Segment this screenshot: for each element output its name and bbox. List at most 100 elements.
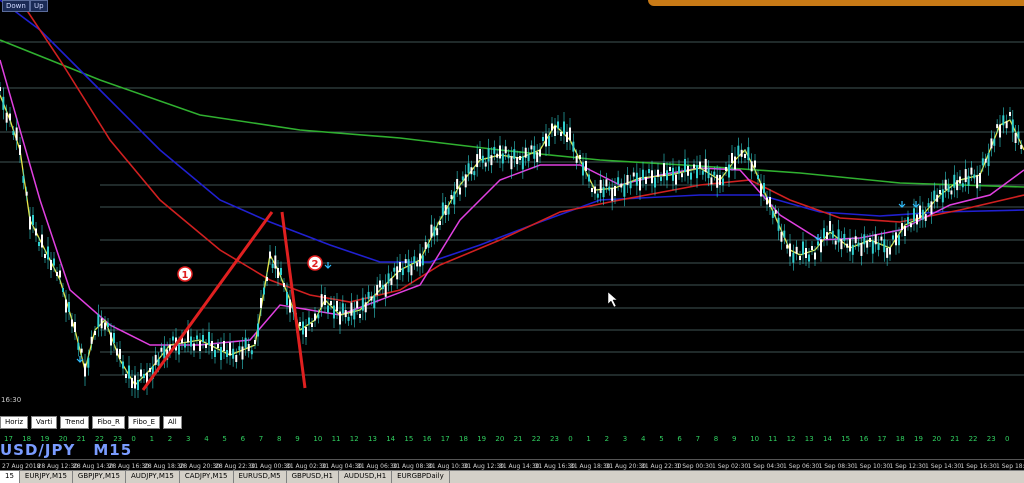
candle-body [220, 347, 222, 360]
candle-body [217, 344, 219, 348]
candle-body [877, 242, 880, 250]
bar-number: 18 [896, 435, 905, 443]
candle-body [820, 239, 822, 253]
candle-body [25, 191, 28, 196]
candle-body [660, 176, 662, 181]
candle-body [410, 265, 413, 276]
candle-body [530, 145, 533, 150]
candle-body [964, 169, 967, 183]
candle-body [747, 147, 750, 161]
candle-body [737, 145, 740, 156]
candle-body [959, 176, 961, 184]
candle-body [771, 210, 774, 218]
candle-body [579, 155, 581, 159]
candle-body [602, 187, 605, 198]
varti-tool-button[interactable]: Varti [31, 416, 58, 429]
trend-tool-button[interactable]: Trend [60, 416, 90, 429]
down-button[interactable]: Down [2, 0, 30, 12]
candle-body [100, 318, 103, 329]
bar-number: 4 [641, 435, 646, 443]
candle-body [277, 268, 279, 278]
candle-body [379, 280, 381, 288]
candle-body [163, 345, 166, 359]
bar-number: 2 [605, 435, 609, 443]
candle-body [981, 158, 984, 166]
candle-body [657, 169, 659, 177]
candle-body [226, 350, 228, 357]
candle-body [396, 266, 399, 280]
candle-body [591, 188, 593, 192]
candle-body [19, 145, 21, 155]
chart-tab[interactable]: AUDJPY,M15 [126, 471, 180, 483]
candle-body [713, 171, 716, 176]
chart-tab[interactable]: GBPJPY,M15 [73, 471, 126, 483]
candle-body [436, 228, 439, 236]
candle-body [976, 175, 979, 189]
candle-body [840, 239, 843, 250]
fibo-e-tool-button[interactable]: Fibo_E [127, 416, 161, 429]
candle-body [247, 344, 250, 351]
candle-body [401, 268, 404, 276]
candle-body [970, 167, 973, 175]
candle-body [311, 323, 313, 327]
chart-tab[interactable]: EURJPY,M15 [20, 471, 73, 483]
candle-body [769, 197, 771, 207]
candle-body [364, 302, 367, 313]
fibo-r-tool-button[interactable]: Fibo_R [92, 416, 125, 429]
horiz-tool-button[interactable]: Horiz [0, 416, 29, 429]
bar-number: 20 [495, 435, 504, 443]
candle-body [41, 234, 43, 248]
candle-body [795, 246, 798, 254]
bar-number: 22 [532, 435, 541, 443]
candle-body [439, 221, 441, 225]
all-tool-button[interactable]: All [163, 416, 182, 429]
candle-body [533, 145, 536, 159]
candle-body [783, 230, 786, 238]
chart-tab[interactable]: EURGBPDaily [392, 471, 450, 483]
chart-tab[interactable]: AUDUSD,H1 [339, 471, 393, 483]
candle-body [866, 240, 869, 248]
candle-body [519, 156, 521, 160]
candle-body [811, 246, 813, 250]
candle-body [654, 177, 656, 188]
candle-body [817, 241, 819, 246]
candle-body [299, 322, 301, 326]
candle-body [84, 363, 86, 377]
candle-body [563, 121, 565, 135]
chart-tab[interactable]: 15 [0, 471, 20, 483]
candle-body [542, 137, 544, 141]
candle-body [675, 174, 677, 185]
candle-body [0, 87, 1, 91]
candle-body [250, 350, 253, 355]
candle-body [456, 179, 459, 189]
candle-body [539, 149, 541, 157]
candle-body [939, 190, 941, 194]
candle-body [2, 96, 5, 110]
candle-body [504, 146, 507, 154]
crosshair-time-label: 16:30 [1, 396, 22, 404]
candle-body [407, 259, 410, 273]
candle-body [1002, 115, 1005, 126]
candle-body [763, 183, 765, 193]
candle-body [476, 154, 479, 168]
candle-body [941, 189, 944, 203]
candle-body [29, 216, 31, 230]
bar-number: 4 [204, 435, 209, 443]
candle-body [459, 187, 461, 195]
price-chart[interactable]: 12 Down Up 16:30 Horiz Varti Trend Fibo_… [0, 0, 1024, 430]
up-button[interactable]: Up [30, 0, 48, 12]
candle-body [913, 208, 915, 222]
time-label: 1 Sep 02:30 [712, 463, 748, 470]
candle-body [56, 272, 58, 276]
bar-number: 13 [805, 435, 814, 443]
chart-tab[interactable]: CADJPY,M15 [180, 471, 234, 483]
candle-body [433, 226, 436, 237]
candle-body [235, 355, 238, 362]
candle-body [244, 337, 247, 348]
candle-body [71, 319, 73, 327]
candle-body [62, 288, 64, 292]
chart-tab[interactable]: GBPUSD,H1 [287, 471, 339, 483]
chart-tab[interactable]: EURUSD,M5 [234, 471, 287, 483]
candle-body [484, 162, 487, 167]
chart-canvas[interactable]: 12 [0, 0, 1024, 430]
